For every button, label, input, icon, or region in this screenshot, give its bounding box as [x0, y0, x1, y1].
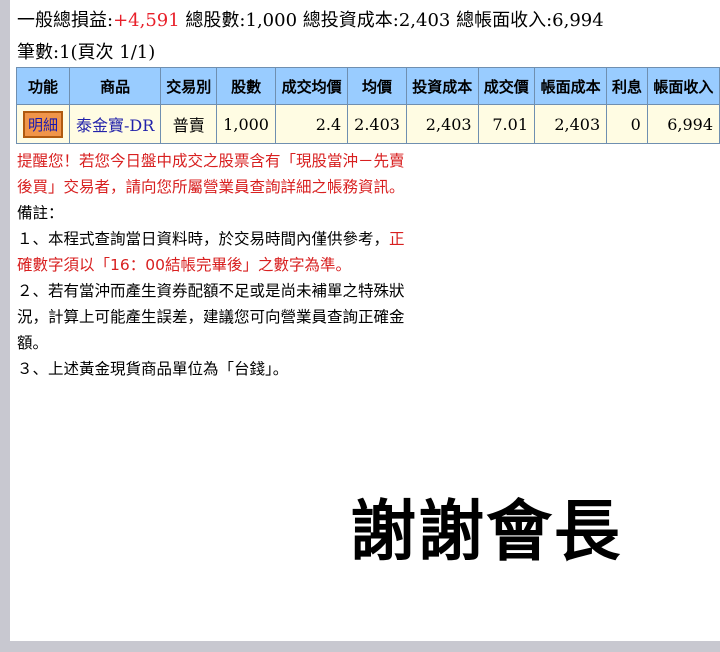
detail-button[interactable]: 明細	[23, 110, 64, 138]
cell-invest-cost: 2,403	[405, 104, 479, 144]
notes-section: 提醒您！若您今日盤中成交之股票含有「現股當沖－先賣後買」交易者，請向您所屬營業員…	[17, 148, 405, 382]
summary-line: 一般總損益:+4,591 總股數:1,000 總投資成本:2,403 總帳面收入…	[17, 8, 720, 34]
header-product: 商品	[69, 67, 162, 105]
cell-interest: 0	[606, 104, 648, 144]
remark-title: 備註：	[17, 204, 64, 222]
cell-shares: 1,000	[216, 104, 276, 144]
record-count: 筆數:1(頁次 1/1)	[17, 42, 156, 63]
cell-avg-price: 2.403	[347, 104, 407, 144]
cell-product: 泰金寶-DR	[69, 104, 162, 144]
shares-label: 總股數:	[179, 10, 246, 31]
trade-table: 功能 商品 交易別 股數 成交均價 均價 投資成本 成交價 帳面成本 利息 帳面…	[15, 67, 720, 144]
header-invest-cost: 投資成本	[405, 67, 479, 105]
report-page: 一般總損益:+4,591 總股數:1,000 總投資成本:2,403 總帳面收入…	[10, 0, 720, 641]
remark-3: ３、上述黃金現貨商品單位為「台錢」。	[17, 360, 289, 378]
remark-1-text: １、本程式查詢當日資料時，於交易時間內僅供參考，	[17, 230, 390, 248]
header-trade-type: 交易別	[160, 67, 218, 105]
cell-book-cost: 2,403	[533, 104, 608, 144]
cost-label: 總投資成本:	[297, 10, 399, 31]
income-label: 總帳面收入:	[450, 10, 553, 31]
header-avg-price: 均價	[347, 67, 407, 105]
table-row: 明細 泰金寶-DR 普賣 1,000 2.4 2.403 2,403 7.01 …	[15, 104, 720, 144]
income-value: 6,994	[552, 10, 604, 31]
overlay-caption: 謝謝會長	[350, 493, 622, 570]
header-avg-deal-price: 成交均價	[274, 67, 349, 105]
profit-value: +4,591	[113, 10, 180, 31]
cell-deal-price: 7.01	[477, 104, 536, 144]
header-deal-price: 成交價	[477, 67, 536, 105]
remark-2: ２、若有當沖而產生資券配額不足或是尚未補單之特殊狀況，計算上可能產生誤差，建議您…	[17, 282, 405, 352]
cell-trade-type: 普賣	[160, 104, 218, 144]
cell-action: 明細	[15, 104, 71, 144]
shares-value: 1,000	[245, 10, 298, 31]
product-link[interactable]: 泰金寶-DR	[76, 116, 154, 135]
cost-value: 2,403	[398, 10, 451, 31]
header-book-cost: 帳面成本	[533, 67, 608, 105]
header-book-income: 帳面收入	[646, 67, 720, 105]
warning-text: 提醒您！若您今日盤中成交之股票含有「現股當沖－先賣後買」交易者，請向您所屬營業員…	[17, 152, 405, 196]
table-header-row: 功能 商品 交易別 股數 成交均價 均價 投資成本 成交價 帳面成本 利息 帳面…	[15, 67, 720, 105]
cell-avg-deal-price: 2.4	[274, 104, 349, 144]
remark-1: １、本程式查詢當日資料時，於交易時間內僅供參考，正確數字須以「16：00結帳完畢…	[17, 226, 405, 278]
header-shares: 股數	[216, 67, 276, 105]
cell-book-income: 6,994	[646, 104, 720, 144]
profit-label: 一般總損益:	[17, 10, 114, 31]
header-action: 功能	[15, 67, 71, 105]
header-interest: 利息	[606, 67, 648, 105]
